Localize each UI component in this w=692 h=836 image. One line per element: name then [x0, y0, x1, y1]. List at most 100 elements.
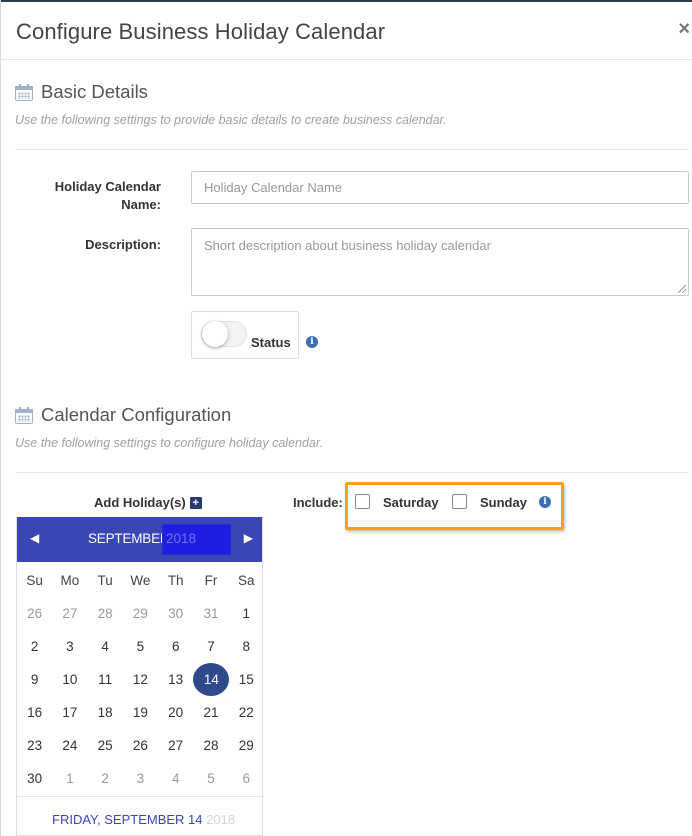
calendar-day-number: 7 — [207, 639, 215, 654]
calendar-name-input[interactable]: Holiday Calendar Name — [191, 171, 689, 204]
calendar-day[interactable]: 3 — [123, 762, 158, 795]
calendar-day[interactable]: 11 — [88, 663, 123, 696]
calendar-day[interactable]: 1 — [52, 762, 87, 795]
calendar-name-label-line2: Name: — [121, 197, 161, 212]
calendar-day-number: 25 — [97, 738, 113, 753]
calendar-day[interactable]: 12 — [123, 663, 158, 696]
calendar-day[interactable]: 19 — [123, 696, 158, 729]
calendar-day[interactable]: 24 — [52, 729, 87, 762]
calendar-day[interactable]: 31 — [193, 597, 228, 630]
calendar-week-row: 23 24 25 26 27 28 29 — [17, 729, 262, 762]
calendar-day[interactable]: 25 — [88, 729, 123, 762]
calendar-day[interactable]: 10 — [52, 663, 87, 696]
calendar-day[interactable]: 29 — [123, 597, 158, 630]
calendar-day-number: 13 — [168, 672, 184, 687]
calendar-day-number: 4 — [171, 771, 180, 786]
description-textarea[interactable]: Short description about business holiday… — [191, 228, 689, 296]
calendar-day[interactable]: 5 — [123, 630, 158, 663]
calendar-day[interactable]: 30 — [17, 762, 52, 795]
calendar-day[interactable]: 7 — [193, 630, 228, 663]
calendar-day[interactable]: 9 — [17, 663, 52, 696]
calendar-day[interactable]: 15 — [229, 663, 262, 696]
calendar-day[interactable]: 4 — [158, 762, 193, 795]
calendar-day[interactable]: 27 — [158, 729, 193, 762]
status-info-icon[interactable]: i — [306, 336, 318, 348]
calendar-footer-divider — [17, 796, 262, 797]
calendar-day-selected[interactable]: 14 — [193, 663, 230, 696]
calendar-day-number: 21 — [203, 705, 219, 720]
calendar-day-number: 23 — [27, 738, 43, 753]
calendar-day[interactable]: 28 — [88, 597, 123, 630]
basic-details-description: Use the following settings to provide ba… — [15, 113, 447, 127]
calendar-day[interactable]: 20 — [158, 696, 193, 729]
saturday-checkbox[interactable] — [355, 494, 370, 509]
calendar-week-row: 9 10 11 12 13 14 15 — [17, 663, 262, 696]
calendar-day-number: 5 — [136, 639, 145, 654]
calendar-config-description: Use the following settings to configure … — [15, 436, 324, 450]
calendar-day[interactable]: 8 — [229, 630, 262, 663]
status-toggle[interactable] — [201, 321, 247, 347]
calendar-day-number: 29 — [132, 606, 148, 621]
weekend-info-icon[interactable]: i — [539, 496, 551, 508]
calendar-day-number: 27 — [168, 738, 184, 753]
calendar-day[interactable]: 2 — [17, 630, 52, 663]
calendar-name-placeholder: Holiday Calendar Name — [204, 180, 343, 195]
weekday-label: Mo — [60, 573, 80, 588]
calendar-day-number: 26 — [132, 738, 148, 753]
divider — [15, 149, 689, 150]
add-holiday-button[interactable]: Add Holiday(s) + — [94, 495, 202, 510]
calendar-day[interactable]: 29 — [229, 729, 262, 762]
calendar-day-number: 8 — [242, 639, 250, 654]
calendar-day[interactable]: 26 — [17, 597, 52, 630]
calendar-day[interactable]: 22 — [229, 696, 262, 729]
calendar-name-label: Holiday Calendar Name: — [40, 178, 161, 214]
weekday-label: Su — [26, 573, 43, 588]
calendar-day-number: 2 — [30, 639, 39, 654]
calendar-day-number: 18 — [97, 705, 113, 720]
calendar-day[interactable]: 27 — [52, 597, 87, 630]
calendar-day[interactable]: 13 — [158, 663, 193, 696]
calendar-day[interactable]: 23 — [17, 729, 52, 762]
calendar-day-number: 2 — [101, 771, 109, 786]
calendar-day[interactable]: 30 — [158, 597, 193, 630]
calendar-day[interactable]: 28 — [193, 729, 228, 762]
calendar-month[interactable]: SEPTEMBER — [88, 531, 170, 546]
divider — [15, 472, 689, 473]
status-label: Status — [251, 335, 291, 350]
calendar-day[interactable]: 26 — [123, 729, 158, 762]
weekday-header-row: Su Mo Tu We Th Fr Sa — [17, 564, 262, 597]
calendar-day-number: 31 — [203, 606, 219, 621]
modal-title: Configure Business Holiday Calendar — [16, 19, 386, 44]
calendar-day[interactable]: 17 — [52, 696, 87, 729]
calendar-day-number: 16 — [27, 705, 43, 720]
calendar-day[interactable]: 3 — [52, 630, 87, 663]
add-holiday-label: Add Holiday(s) — [94, 495, 186, 510]
calendar-day-number: 19 — [132, 705, 148, 720]
calendar-day[interactable]: 18 — [88, 696, 123, 729]
calendar-day[interactable]: 1 — [229, 597, 262, 630]
calendar-day-number: 28 — [97, 606, 113, 621]
resize-handle[interactable] — [678, 285, 686, 293]
modal-header: Configure Business Holiday Calendar × — [0, 2, 692, 60]
calendar-week-row: 30 1 2 3 4 5 6 — [17, 762, 262, 795]
calendar-day[interactable]: 16 — [17, 696, 52, 729]
next-month-icon[interactable]: ▶ — [244, 531, 253, 545]
calendar-day[interactable]: 4 — [88, 630, 123, 663]
weekday-label: Tu — [97, 573, 113, 588]
calendar-year-selector[interactable]: 2018 — [162, 524, 231, 555]
close-icon[interactable]: × — [678, 18, 690, 41]
prev-month-icon[interactable]: ◀ — [30, 531, 39, 545]
sunday-checkbox[interactable] — [452, 494, 467, 509]
calendar-config-header: Calendar Configuration — [15, 404, 231, 426]
status-control: Status — [191, 311, 299, 359]
calendar-day[interactable]: 6 — [158, 630, 193, 663]
calendar-day-number: 30 — [27, 771, 43, 786]
calendar-day[interactable]: 2 — [88, 762, 123, 795]
description-placeholder: Short description about business holiday… — [204, 238, 491, 253]
toggle-knob — [202, 321, 228, 347]
selected-date-year: 2018 — [206, 812, 236, 827]
description-label: Description: — [85, 237, 161, 252]
calendar-day[interactable]: 5 — [193, 762, 228, 795]
calendar-day[interactable]: 21 — [193, 696, 228, 729]
calendar-day[interactable]: 6 — [229, 762, 262, 795]
